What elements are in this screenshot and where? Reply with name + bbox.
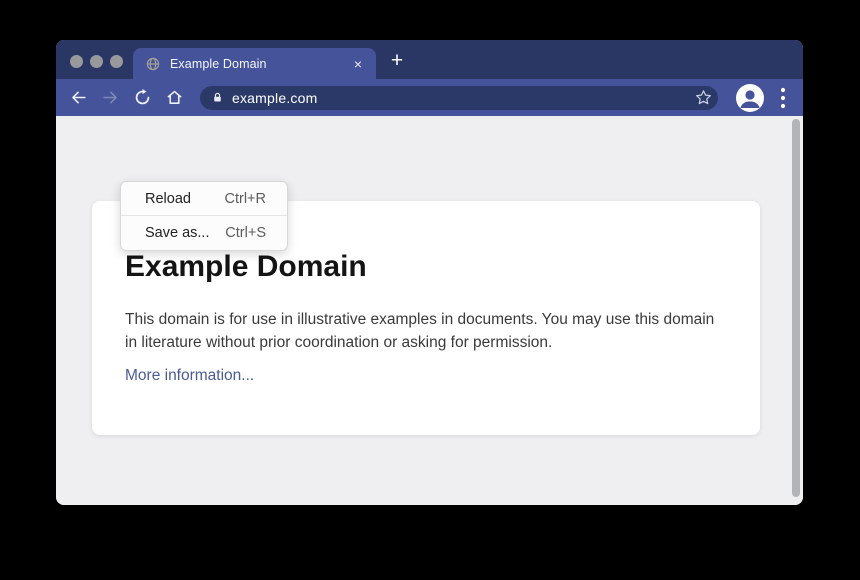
- page-paragraph: This domain is for use in illustrative e…: [125, 308, 715, 354]
- home-button[interactable]: [163, 87, 185, 109]
- browser-window: Example Domain × +: [56, 40, 803, 505]
- minimize-window-button[interactable]: [90, 55, 103, 68]
- tab-example-domain[interactable]: Example Domain ×: [133, 48, 376, 79]
- menu-item-shortcut: Ctrl+S: [225, 225, 266, 241]
- vertical-scrollbar[interactable]: [792, 119, 800, 497]
- reload-icon: [133, 88, 152, 107]
- profile-button[interactable]: [735, 83, 765, 113]
- forward-arrow-icon: [101, 88, 120, 107]
- kebab-menu-icon: [777, 85, 789, 111]
- forward-button[interactable]: [99, 87, 121, 109]
- close-window-button[interactable]: [70, 55, 83, 68]
- screen-background: Example Domain × +: [0, 0, 860, 580]
- context-menu: Reload Ctrl+R Save as... Ctrl+S: [120, 181, 288, 251]
- menu-item-shortcut: Ctrl+R: [225, 191, 267, 207]
- more-information-link[interactable]: More information...: [125, 367, 254, 385]
- zoom-window-button[interactable]: [110, 55, 123, 68]
- titlebar: Example Domain × +: [56, 40, 803, 79]
- tab-title: Example Domain: [170, 57, 350, 71]
- url-text: example.com: [232, 90, 317, 106]
- star-icon: [694, 88, 713, 107]
- page-title: Example Domain: [125, 251, 724, 283]
- menu-item-label: Save as...: [145, 225, 209, 241]
- avatar-icon: [735, 83, 765, 113]
- reload-button[interactable]: [131, 87, 153, 109]
- back-button[interactable]: [67, 87, 89, 109]
- tab-close-icon[interactable]: ×: [350, 55, 366, 73]
- page-viewport: Example Domain This domain is for use in…: [56, 116, 803, 505]
- back-arrow-icon: [69, 88, 88, 107]
- globe-favicon-icon: [146, 57, 160, 71]
- window-controls: [70, 55, 123, 68]
- menu-item-save-as[interactable]: Save as... Ctrl+S: [121, 216, 287, 250]
- menu-item-label: Reload: [145, 191, 191, 207]
- menu-item-reload[interactable]: Reload Ctrl+R: [121, 182, 287, 216]
- address-bar[interactable]: example.com: [200, 86, 718, 110]
- lock-icon[interactable]: [211, 91, 224, 104]
- browser-menu-button[interactable]: [777, 85, 789, 111]
- toolbar: example.com: [56, 79, 803, 116]
- home-icon: [165, 88, 184, 107]
- bookmark-button[interactable]: [692, 87, 714, 109]
- new-tab-button[interactable]: +: [384, 48, 410, 74]
